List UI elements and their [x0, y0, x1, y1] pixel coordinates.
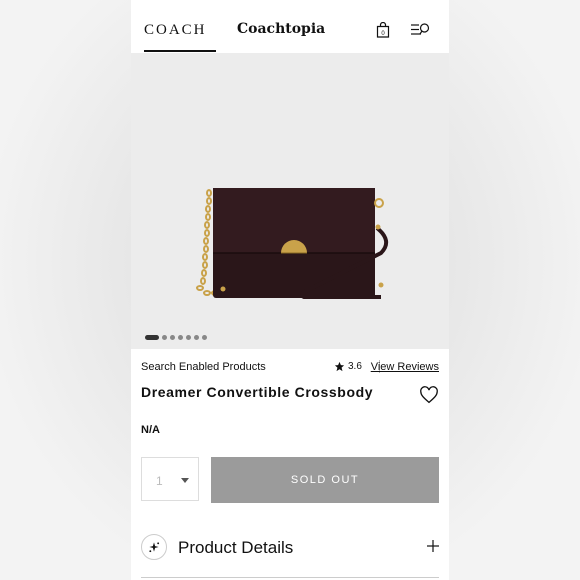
menu-search-icon[interactable]: [410, 22, 430, 38]
top-nav: COACH Coachtopia 0: [131, 0, 449, 53]
rating: 3.6: [334, 361, 362, 372]
quantity-value: 1: [156, 474, 163, 488]
carousel-dot[interactable]: [186, 334, 191, 340]
quantity-select[interactable]: 1: [141, 457, 199, 501]
sold-out-button[interactable]: SOLD OUT: [211, 457, 439, 503]
star-icon: [334, 361, 345, 372]
shopping-bag-icon[interactable]: 0: [376, 22, 390, 38]
carousel-dot[interactable]: [170, 334, 175, 340]
plus-icon[interactable]: [427, 540, 439, 552]
carousel-dot[interactable]: [178, 334, 183, 340]
coachtopia-logo[interactable]: Coachtopia: [237, 21, 325, 37]
view-reviews-link[interactable]: View Reviews: [371, 361, 439, 373]
bag-count: 0: [381, 31, 385, 37]
product-tag: Search Enabled Products: [141, 361, 266, 373]
heart-icon[interactable]: [419, 386, 439, 404]
sparkle-icon: [141, 534, 167, 560]
coach-logo[interactable]: COACH: [144, 22, 207, 39]
product-details-accordion[interactable]: Product Details: [141, 534, 439, 564]
product-meta-row: Search Enabled Products 3.6 View Reviews: [141, 360, 439, 374]
section-divider: [141, 577, 439, 578]
product-price: N/A: [141, 424, 160, 436]
carousel-pagination: [145, 334, 207, 340]
product-image-carousel[interactable]: [131, 53, 449, 349]
rating-value: 3.6: [348, 361, 362, 372]
product-details-label: Product Details: [178, 538, 294, 557]
carousel-dot[interactable]: [162, 334, 167, 340]
carousel-dot[interactable]: [194, 334, 199, 340]
carousel-dot-active[interactable]: [145, 334, 159, 340]
mobile-page: COACH Coachtopia 0 Search Enabled Produc…: [131, 0, 449, 580]
active-brand-underline: [144, 50, 216, 52]
product-image: [131, 53, 449, 349]
carousel-dot[interactable]: [202, 334, 207, 340]
caret-down-icon: [181, 478, 189, 483]
product-title: Dreamer Convertible Crossbody: [141, 384, 374, 400]
